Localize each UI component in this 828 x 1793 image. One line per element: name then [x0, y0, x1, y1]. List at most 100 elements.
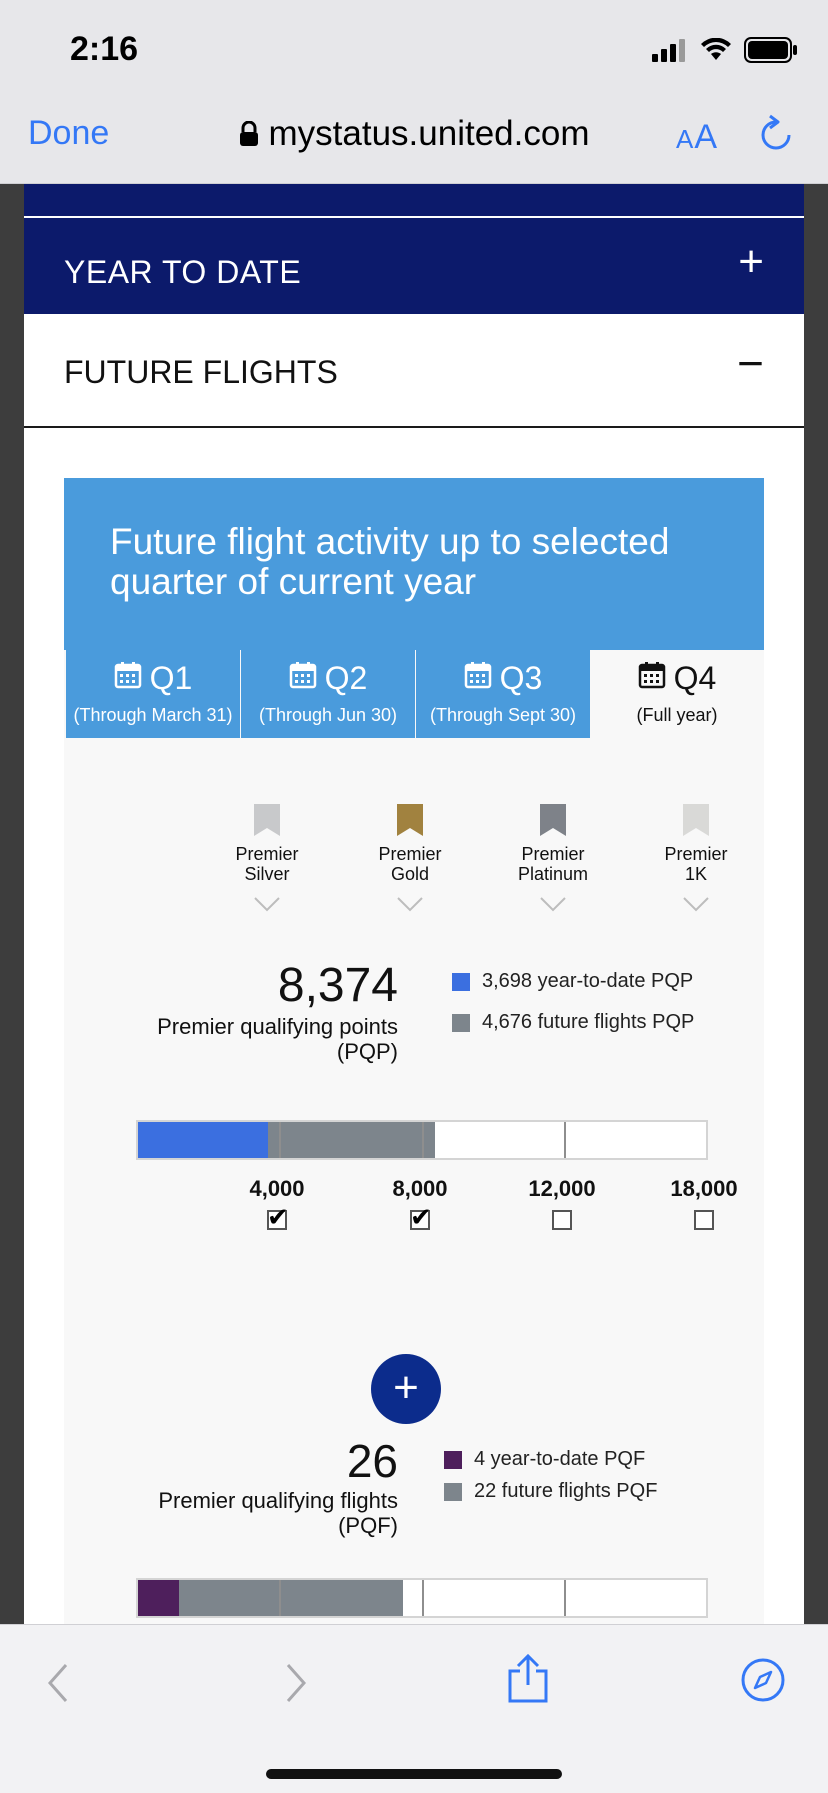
pqf-ytd-segment	[138, 1580, 179, 1616]
tier-premier-silver[interactable]: Premier Silver	[207, 804, 327, 912]
calendar-icon	[289, 660, 317, 697]
legend-swatch	[444, 1482, 462, 1501]
tab-sublabel: (Through Jun 30)	[258, 705, 398, 725]
threshold-checkbox: ✔	[267, 1204, 289, 1230]
accordion-year-to-date[interactable]: YEAR TO DATE +	[24, 218, 804, 314]
threshold-checkbox	[694, 1210, 714, 1230]
threshold-checkbox: ✔	[410, 1204, 432, 1230]
pqp-progress-bar	[136, 1120, 708, 1160]
section-strip	[24, 184, 804, 218]
status-time: 2:16	[70, 30, 139, 68]
pqf-progress-bar	[136, 1578, 708, 1618]
threshold-tick	[706, 1580, 708, 1616]
checkmark-icon: ✔	[410, 1202, 432, 1232]
panel-header: Future flight activity up to selected qu…	[64, 478, 764, 650]
status-icons	[652, 34, 798, 66]
chevron-down-icon	[540, 897, 566, 912]
tab-sublabel: (Full year)	[636, 705, 718, 725]
tier-label: Silver	[244, 864, 290, 884]
checkmark-icon: ✔	[267, 1202, 289, 1232]
signal-icon	[652, 39, 685, 62]
future-flights-panel: Future flight activity up to selected qu…	[64, 478, 764, 1624]
expand-icon[interactable]: +	[738, 240, 764, 284]
legend-swatch	[444, 1450, 462, 1469]
pqp-total: 8,374	[277, 959, 398, 1012]
legend-swatch	[452, 972, 470, 991]
bookmark-flag-icon	[254, 804, 280, 836]
tab-q4[interactable]: Q4 (Full year)	[590, 650, 764, 738]
bookmark-flag-icon	[397, 804, 423, 836]
tab-q2[interactable]: Q2 (Through Jun 30)	[241, 650, 415, 738]
chevron-down-icon	[254, 897, 280, 912]
threshold-tick	[422, 1122, 424, 1158]
legend-swatch	[452, 1013, 470, 1032]
legend-future-pqp: 4,676 future flights PQP	[452, 1011, 694, 1034]
threshold-label: 18,000	[670, 1176, 738, 1201]
legend-ytd-pqp: 3,698 year-to-date PQP	[452, 970, 693, 993]
url-text: mystatus.united.com	[268, 113, 590, 153]
browser-top-bar: 2:16 Done mystatus.united.com AA	[0, 0, 828, 184]
collapse-icon[interactable]: −	[737, 340, 764, 386]
tier-premier-gold[interactable]: Premier Gold	[350, 804, 470, 912]
tier-label: Platinum	[517, 864, 589, 884]
bookmark-flag-icon	[540, 804, 566, 836]
tier-label: Premier	[235, 844, 299, 864]
chevron-down-icon	[683, 897, 709, 912]
legend-ytd-pqf: 4 year-to-date PQF	[444, 1448, 645, 1471]
threshold-tick	[279, 1122, 281, 1158]
lock-icon	[239, 120, 258, 146]
tier-premier-platinum[interactable]: Premier Platinum	[493, 804, 613, 912]
pqp-future-segment	[268, 1122, 436, 1158]
threshold-tick	[564, 1580, 566, 1616]
tier-label: Gold	[390, 864, 430, 884]
threshold-label: 8,000	[392, 1176, 448, 1201]
tab-label: Q1	[149, 660, 193, 696]
tab-q3[interactable]: Q3 (Through Sept 30)	[416, 650, 590, 738]
threshold-tick	[706, 1122, 708, 1158]
threshold-tick	[564, 1122, 566, 1158]
back-icon[interactable]	[44, 1661, 72, 1705]
threshold-label: 4,000	[249, 1176, 305, 1201]
tab-label: Q2	[324, 660, 368, 696]
tier-label: 1K	[684, 864, 708, 884]
threshold-tick	[279, 1580, 281, 1616]
panel-title: Future flight activity up to selected qu…	[110, 521, 670, 602]
forward-icon[interactable]	[282, 1661, 310, 1705]
calendar-icon	[638, 660, 666, 697]
accordion-label: FUTURE FLIGHTS	[64, 354, 338, 390]
pqf-future-segment	[178, 1580, 404, 1616]
calendar-icon	[114, 660, 142, 697]
tab-label: Q3	[499, 660, 543, 696]
chevron-down-icon	[397, 897, 423, 912]
tier-label: Premier	[378, 844, 442, 864]
accordion-future-flights[interactable]: FUTURE FLIGHTS −	[24, 314, 804, 428]
pqf-total: 26	[346, 1435, 398, 1487]
add-button[interactable]: +	[371, 1354, 441, 1424]
bookmark-flag-icon	[683, 804, 709, 836]
tier-premier-1k[interactable]: Premier 1K	[636, 804, 756, 912]
wifi-icon	[701, 38, 731, 60]
quarter-tabs: Q1 (Through March 31) Q2 (Through Jun 30…	[64, 650, 764, 738]
browser-bottom-toolbar	[0, 1624, 828, 1793]
home-indicator	[266, 1769, 562, 1779]
battery-icon	[744, 37, 797, 63]
tab-q1[interactable]: Q1 (Through March 31)	[66, 650, 240, 738]
text-size-button[interactable]: AA	[676, 118, 718, 157]
compass-icon[interactable]	[740, 1657, 786, 1703]
threshold-checkbox	[552, 1210, 572, 1230]
threshold-tick	[422, 1580, 424, 1616]
pqp-ytd-segment	[138, 1122, 269, 1158]
tab-sublabel: (Through March 31)	[73, 705, 233, 725]
web-content: YEAR TO DATE + FUTURE FLIGHTS − Future f…	[24, 184, 804, 1624]
tier-label: Premier	[521, 844, 585, 864]
threshold-label: 12,000	[528, 1176, 596, 1201]
pqf-label: Premier qualifying flights (PQF)	[158, 1488, 398, 1538]
tier-label: Premier	[664, 844, 728, 864]
accordion-label: YEAR TO DATE	[64, 254, 302, 290]
reload-icon[interactable]	[758, 114, 794, 154]
legend-future-pqf: 22 future flights PQF	[444, 1480, 657, 1503]
tab-label: Q4	[673, 660, 717, 696]
pqp-label: Premier qualifying points (PQP)	[157, 1014, 398, 1064]
calendar-icon	[464, 660, 492, 697]
share-icon[interactable]	[506, 1653, 550, 1705]
